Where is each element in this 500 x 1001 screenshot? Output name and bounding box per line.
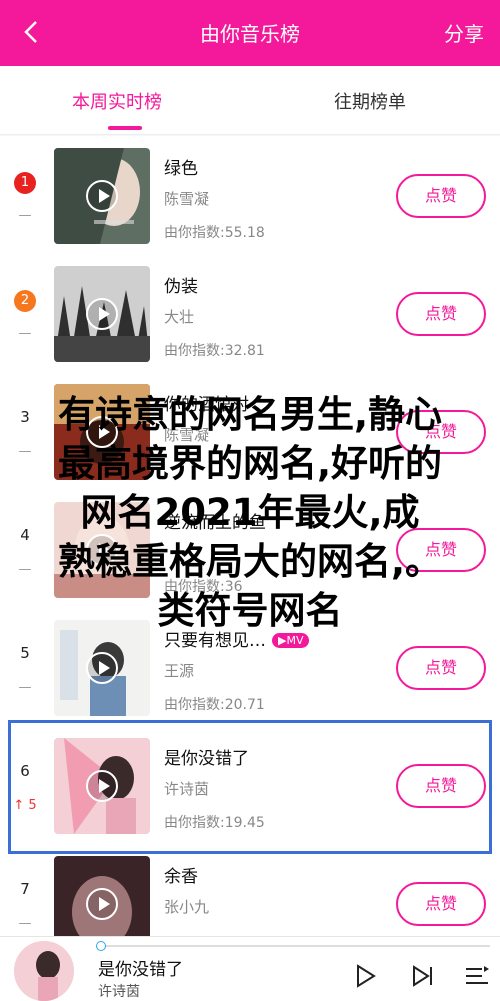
song-title: 余香 <box>164 867 198 887</box>
artist-name[interactable]: 陈雪凝 <box>164 188 209 209</box>
now-playing-title[interactable]: 是你没错了 <box>98 955 183 980</box>
rank-number: 2 <box>10 290 40 312</box>
overlay-line: 网名2021年最火,成 <box>80 491 420 534</box>
artist-name[interactable]: 大壮 <box>164 306 194 327</box>
tab-bar: 本周实时榜 往期榜单 <box>0 66 500 135</box>
like-button[interactable]: 点赞 <box>396 882 486 926</box>
song-row[interactable]: 6 ↑ 5 是你没错了 许诗茵 由你指数:19.45 点赞 <box>0 726 500 844</box>
popularity-index: 由你指数:55.18 <box>164 225 265 241</box>
tab-past-charts[interactable]: 往期榜单 <box>334 88 406 114</box>
mv-label: MV <box>286 634 304 647</box>
rank-number: 7 <box>20 880 30 898</box>
rank-badge: 2 <box>14 290 36 312</box>
album-cover[interactable] <box>54 738 150 834</box>
overlay-line: 有诗意的网名男生,静心 <box>57 393 443 436</box>
now-playing-cover[interactable] <box>14 941 74 1001</box>
song-title: 是你没错了 <box>164 749 249 769</box>
song-row[interactable]: 7 — 余香 张小九 点赞 <box>0 844 500 936</box>
like-button[interactable]: 点赞 <box>396 764 486 808</box>
rank-change: — <box>18 208 32 223</box>
play-icon[interactable] <box>86 180 118 212</box>
popularity-index: 由你指数:32.81 <box>164 343 265 359</box>
artist-name[interactable]: 张小九 <box>164 896 209 917</box>
progress-knob[interactable] <box>96 941 106 951</box>
page-title: 由你音乐榜 <box>200 22 300 46</box>
mini-player[interactable]: 是你没错了 许诗茵 <box>0 936 500 1001</box>
like-button[interactable]: 点赞 <box>396 292 486 336</box>
song-title: 伪装 <box>164 277 198 297</box>
artist-name[interactable]: 王源 <box>164 660 194 681</box>
rank-change: — <box>18 916 32 931</box>
rank-change: — <box>18 680 32 695</box>
album-cover[interactable] <box>54 856 150 936</box>
overlay-caption: 有诗意的网名男生,静心 最高境界的网名,好听的 网名2021年最火,成 熟稳重格… <box>0 390 500 635</box>
play-icon[interactable] <box>86 888 118 920</box>
active-tab-indicator <box>108 126 142 130</box>
now-playing-artist[interactable]: 许诗茵 <box>98 981 140 1001</box>
rank-badge: 1 <box>14 172 36 194</box>
top-bar: 由你音乐榜 分享 <box>0 0 500 66</box>
play-icon[interactable] <box>86 298 118 330</box>
next-icon[interactable] <box>410 963 436 989</box>
like-button[interactable]: 点赞 <box>396 646 486 690</box>
rank-number: 1 <box>10 172 40 194</box>
play-icon[interactable] <box>86 652 118 684</box>
popularity-index: 由你指数:20.71 <box>164 697 265 713</box>
overlay-line: 最高境界的网名,好听的 <box>57 442 443 485</box>
overlay-line: 熟稳重格局大的网名,。 <box>57 540 443 583</box>
play-icon[interactable] <box>86 770 118 802</box>
rank-change: — <box>18 326 32 341</box>
overlay-line: 类符号网名 <box>157 589 343 632</box>
song-row[interactable]: 2 — 伪装 大壮 由你指数:32.81 点赞 <box>0 254 500 372</box>
artist-name[interactable]: 许诗茵 <box>164 778 209 799</box>
mv-badge[interactable]: ▶MV <box>272 633 310 648</box>
tab-weekly-chart[interactable]: 本周实时榜 <box>72 88 162 114</box>
song-row[interactable]: 1 — 绿色 陈雪凝 由你指数:55.18 点赞 <box>0 136 500 254</box>
rank-number: 5 <box>20 644 30 662</box>
playlist-icon[interactable] <box>464 963 490 989</box>
album-cover[interactable] <box>54 148 150 244</box>
progress-bar[interactable] <box>96 941 490 951</box>
play-icon[interactable] <box>352 963 378 989</box>
share-button[interactable]: 分享 <box>444 18 484 47</box>
rank-change: ↑ 5 <box>13 798 37 813</box>
popularity-index: 由你指数:19.45 <box>164 815 265 831</box>
song-title: 绿色 <box>164 159 198 179</box>
album-cover[interactable] <box>54 266 150 362</box>
like-button[interactable]: 点赞 <box>396 174 486 218</box>
rank-number: 6 <box>20 762 30 780</box>
